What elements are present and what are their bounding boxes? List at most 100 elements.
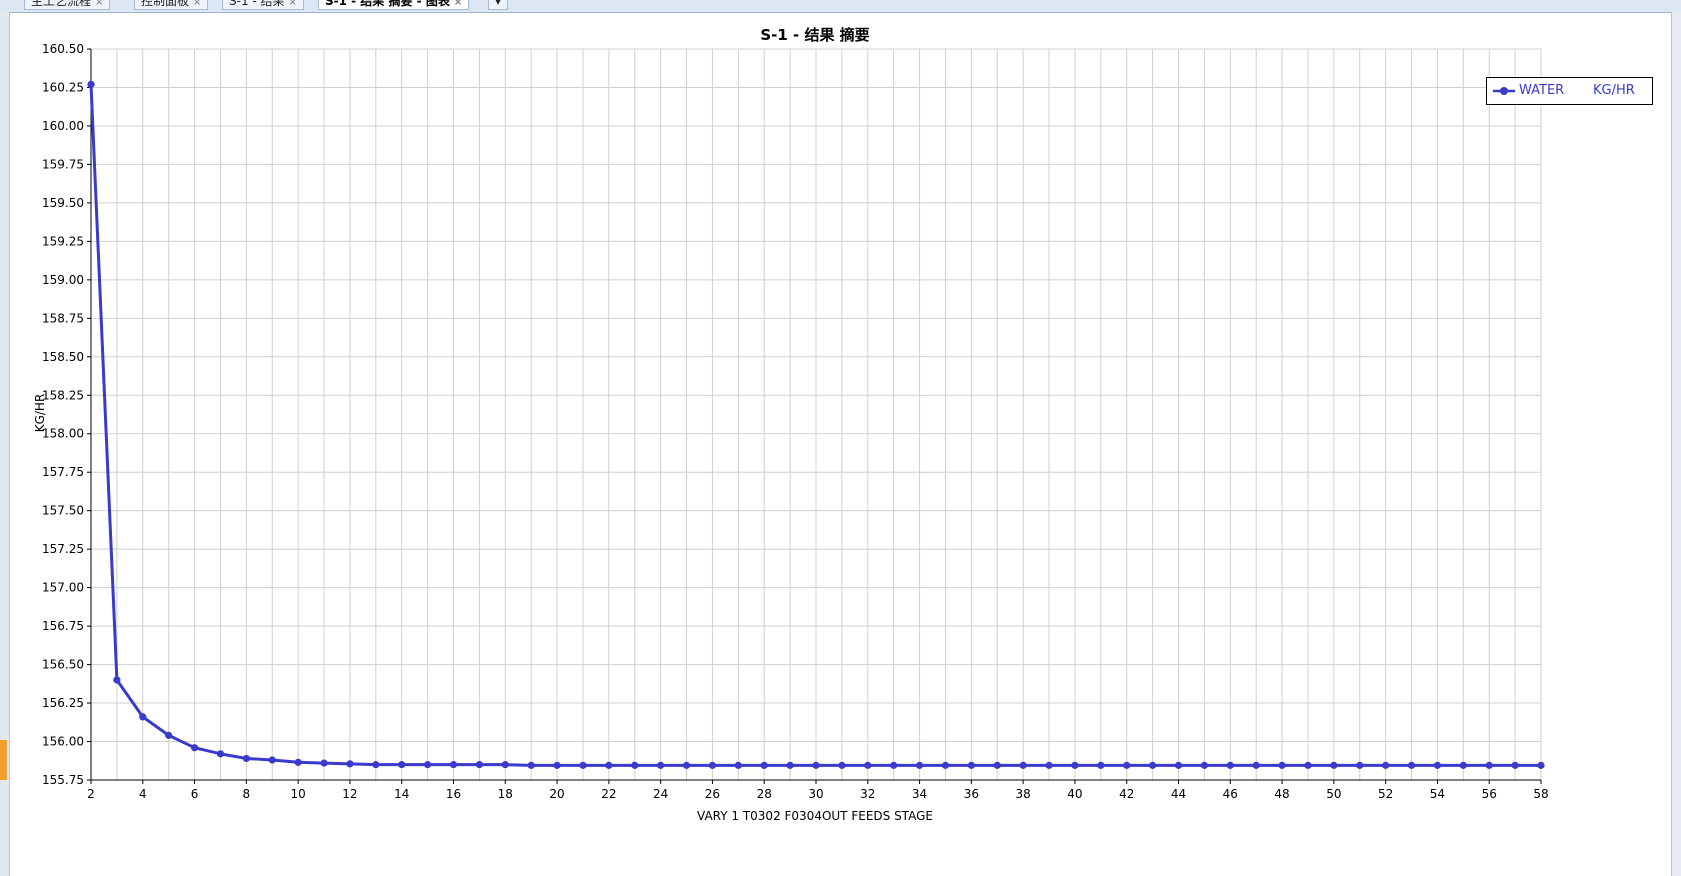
data-point [890,761,898,769]
data-point [1330,761,1338,769]
data-point [1382,761,1390,769]
y-tick-label: 158.00 [42,427,84,441]
close-icon[interactable]: × [193,0,201,8]
x-tick-label: 32 [860,787,875,801]
x-tick-label: 36 [964,787,979,801]
right-scrollbar[interactable] [1671,12,1681,876]
tab-s1-results[interactable]: S-1 - 结果 × [222,0,304,10]
data-point [1278,761,1286,769]
data-point [1511,761,1519,769]
x-tick-label: 18 [498,787,513,801]
close-icon[interactable]: × [95,0,103,8]
x-tick-label: 46 [1223,787,1238,801]
x-tick-label: 48 [1274,787,1289,801]
data-point [682,761,691,769]
data-point [967,761,975,769]
y-tick-label: 160.00 [42,119,84,133]
y-tick-label: 158.25 [42,388,84,402]
tab-main-flowsheet[interactable]: 主工艺流程 × [24,0,111,10]
data-point [864,761,872,769]
x-tick-label: 52 [1378,787,1393,801]
x-tick-label: 58 [1533,787,1548,801]
tab-label: 控制面板 [141,0,190,8]
y-tick-label: 159.00 [42,273,84,287]
chart-area: S-1 - 结果 摘要 155.75 156.00 156.25 156.50 156.… [33,26,1549,823]
data-point [165,731,173,739]
y-tick-label: 160.25 [42,80,84,94]
data-point [1252,761,1260,769]
tab-label: S-1 - 结果 摘要 - 图表 [325,0,450,8]
x-tick-label: 4 [139,787,147,801]
y-axis-ticks: 155.75 156.00 156.25 156.50 156.75 157.00 157.… [42,42,91,787]
y-tick-label: 158.50 [42,350,84,364]
data-point [190,744,199,752]
data-point [216,750,225,758]
data-point [372,761,380,769]
y-tick-label: 156.50 [42,658,84,672]
data-point [1226,761,1234,769]
x-tick-label: 44 [1171,787,1186,801]
data-point [424,761,432,769]
x-tick-label: 54 [1430,787,1445,801]
data-point [838,761,846,769]
close-icon[interactable]: × [289,0,297,8]
close-icon[interactable]: × [454,0,462,8]
x-tick-label: 20 [549,787,564,801]
data-point [1356,761,1364,769]
y-tick-label: 157.25 [42,542,84,556]
x-tick-label: 16 [446,787,461,801]
data-point [1485,761,1493,769]
x-tick-label: 2 [87,787,95,801]
x-tick-label: 50 [1326,787,1341,801]
data-point [501,761,509,769]
y-tick-label: 160.50 [42,42,84,56]
data-point [1433,761,1442,769]
y-tick-label: 159.75 [42,157,84,171]
x-tick-label: 42 [1119,787,1134,801]
data-point [915,761,924,769]
chart-legend: WATER KG/HR [1486,77,1653,105]
y-tick-label: 158.75 [42,311,84,325]
x-tick-label: 34 [912,787,927,801]
data-point [242,754,250,763]
x-tick-label: 6 [191,787,199,801]
data-point [631,761,639,769]
data-point [268,756,276,764]
data-point [1123,761,1131,769]
y-tick-label: 156.00 [42,735,84,749]
left-dock-handle[interactable] [0,740,7,780]
data-point [346,760,354,768]
data-point [294,758,302,766]
chart-grid [90,48,1542,781]
x-tick-label: 38 [1016,787,1031,801]
data-point [1174,761,1183,769]
x-tick-label: 8 [243,787,251,801]
tab-control-panel[interactable]: 控制面板 × [134,0,209,10]
y-tick-label: 159.50 [42,196,84,210]
data-point [993,761,1001,769]
x-axis-ticks: 2 4 6 8 10 12 14 16 18 20 22 24 26 28 30 32 34 36 38 40 42 44… [87,780,1549,801]
y-tick-label: 157.75 [42,465,84,479]
x-tick-label: 10 [291,787,306,801]
legend-series-unit: KG/HR [1593,83,1635,98]
data-point [812,761,820,769]
tab-overflow-button[interactable]: ▾ [488,0,509,10]
data-point [527,761,535,769]
data-point [1045,761,1053,769]
data-point [708,761,717,769]
y-tick-label: 157.50 [42,504,84,518]
y-tick-label: 156.75 [42,619,84,633]
x-axis-label: VARY 1 T0302 F0304OUT FEEDS STAGE [697,809,933,823]
data-point [113,676,121,684]
y-tick-label: 157.00 [42,581,84,595]
data-point [760,761,768,769]
data-point [734,761,742,769]
chevron-down-icon: ▾ [495,0,502,8]
legend-series-name: WATER [1519,83,1565,98]
data-point [1071,761,1079,769]
data-point [657,761,665,769]
data-point [1304,761,1312,769]
data-point [1019,761,1027,769]
x-tick-label: 26 [705,787,720,801]
tab-s1-results-summary-chart[interactable]: S-1 - 结果 摘要 - 图表 × [318,0,470,10]
